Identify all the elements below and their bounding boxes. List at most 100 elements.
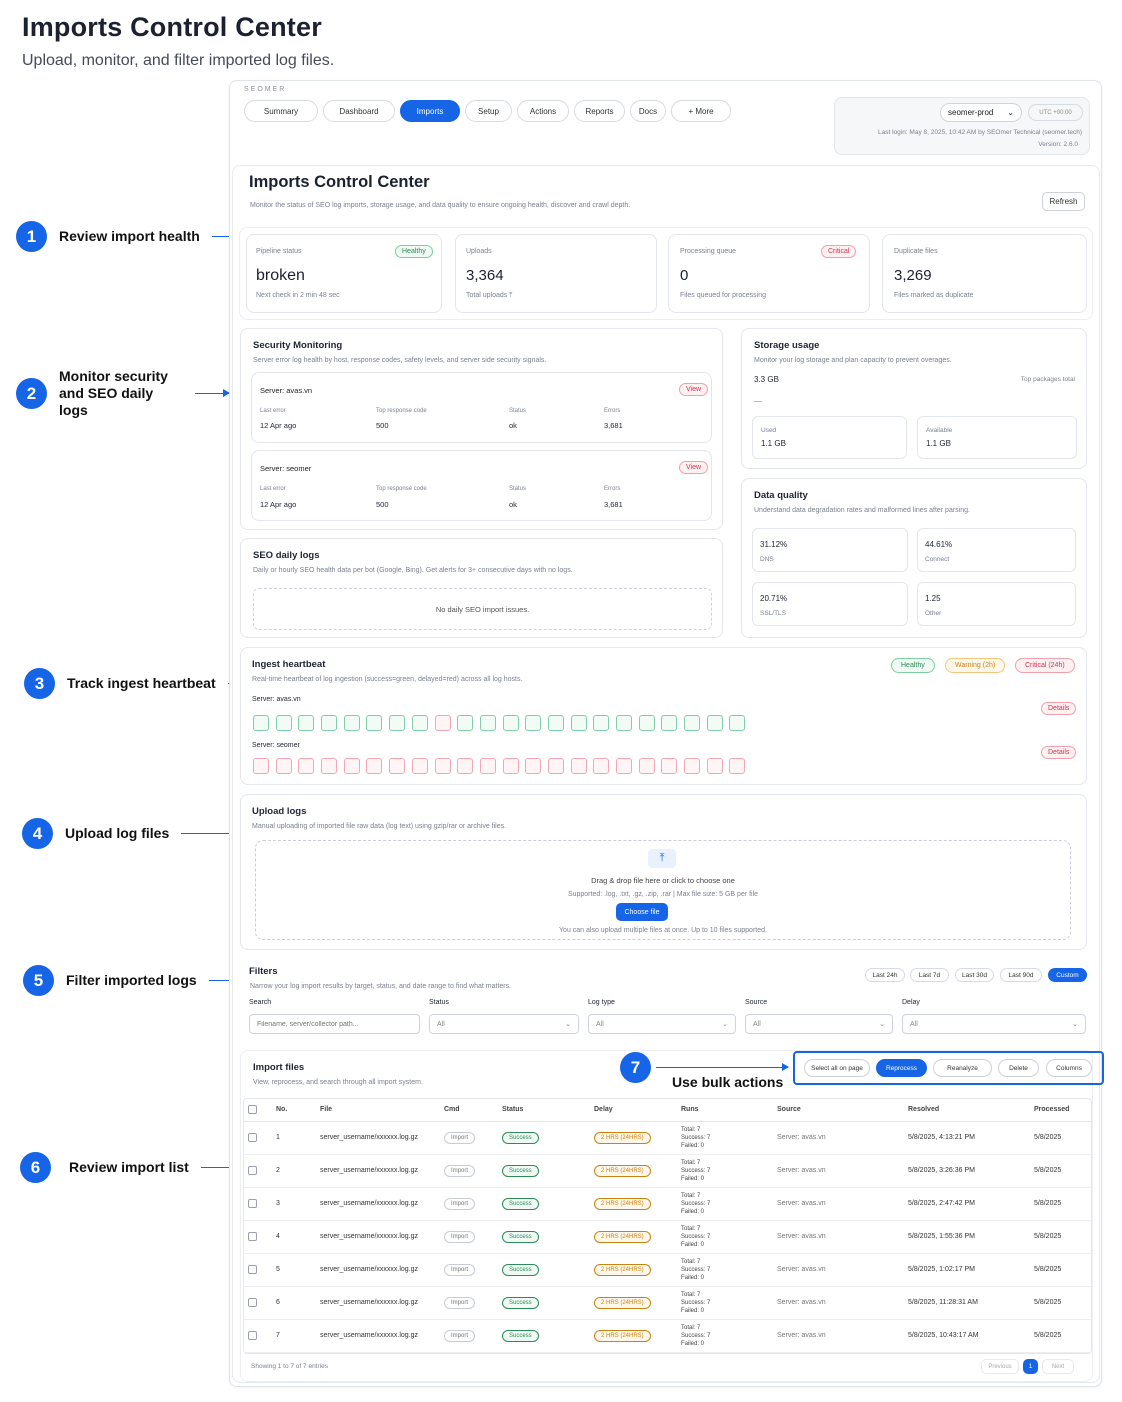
heartbeat-cell[interactable]	[570, 715, 587, 731]
tab-actions[interactable]: Actions	[517, 100, 569, 122]
heartbeat-cell[interactable]	[638, 715, 655, 731]
columns-button[interactable]: Columns	[1046, 1059, 1092, 1077]
heartbeat-cell[interactable]	[457, 758, 474, 774]
col-header[interactable]: Runs	[677, 1099, 773, 1122]
heartbeat-cell[interactable]	[502, 758, 519, 774]
tab-imports[interactable]: Imports	[400, 100, 460, 122]
heartbeat-cell[interactable]	[343, 715, 360, 731]
table-row[interactable]: 6 server_username/xxxxxx.log.gz Import S…	[244, 1286, 1091, 1320]
search-input[interactable]	[249, 1014, 420, 1034]
file-name[interactable]: server_username/xxxxxx.log.gz	[316, 1319, 440, 1353]
tab-setup[interactable]: Setup	[465, 100, 512, 122]
col-header[interactable]: No.	[272, 1099, 316, 1122]
view-button[interactable]: View	[679, 461, 709, 474]
col-header[interactable]: Processed	[1030, 1099, 1091, 1122]
heartbeat-cell[interactable]	[684, 758, 701, 774]
heartbeat-cell[interactable]	[593, 758, 610, 774]
status-select[interactable]: All ⌄	[429, 1014, 579, 1034]
heartbeat-cell[interactable]	[661, 715, 678, 731]
table-row[interactable]: 3 server_username/xxxxxx.log.gz Import S…	[244, 1187, 1091, 1221]
heartbeat-cell[interactable]	[275, 758, 292, 774]
heartbeat-cell[interactable]	[434, 758, 451, 774]
logtype-select[interactable]: All ⌄	[588, 1014, 736, 1034]
range-90d[interactable]: Last 90d	[1000, 968, 1042, 982]
table-row[interactable]: 1 server_username/xxxxxx.log.gz Import S…	[244, 1121, 1091, 1155]
details-button[interactable]: Details	[1041, 746, 1077, 759]
row-checkbox[interactable]	[248, 1133, 257, 1142]
heartbeat-cell[interactable]	[593, 715, 610, 731]
col-header[interactable]: Cmd	[440, 1099, 498, 1122]
details-button[interactable]: Details	[1041, 702, 1077, 715]
heartbeat-cell[interactable]	[275, 715, 292, 731]
select-all-checkbox[interactable]	[248, 1105, 257, 1115]
refresh-button[interactable]: Refresh	[1042, 192, 1085, 211]
heartbeat-cell[interactable]	[389, 758, 406, 774]
heartbeat-cell[interactable]	[684, 715, 701, 731]
row-checkbox[interactable]	[248, 1298, 257, 1307]
delay-select[interactable]: All ⌄	[902, 1014, 1086, 1034]
heartbeat-cell[interactable]	[298, 758, 315, 774]
col-header[interactable]: File	[316, 1099, 440, 1122]
next-page-button[interactable]: Next	[1042, 1359, 1074, 1374]
heartbeat-cell[interactable]	[321, 715, 338, 731]
dropzone[interactable]: ⤒ Drag & drop file here or click to choo…	[255, 840, 1071, 940]
heartbeat-cell[interactable]	[321, 758, 338, 774]
heartbeat-cell[interactable]	[661, 758, 678, 774]
row-checkbox[interactable]	[248, 1331, 257, 1340]
reanalyze-button[interactable]: Reanalyze	[933, 1059, 992, 1077]
heartbeat-cell[interactable]	[729, 758, 746, 774]
view-button[interactable]: View	[679, 383, 709, 396]
heartbeat-cell[interactable]	[525, 715, 542, 731]
heartbeat-cell[interactable]	[366, 758, 383, 774]
col-header[interactable]: Delay	[590, 1099, 677, 1122]
heartbeat-cell[interactable]	[616, 715, 632, 731]
range-30d[interactable]: Last 30d	[955, 968, 994, 982]
table-row[interactable]: 7 server_username/xxxxxx.log.gz Import S…	[244, 1319, 1091, 1353]
range-24h[interactable]: Last 24h	[865, 968, 905, 982]
col-header[interactable]: Status	[498, 1099, 590, 1122]
heartbeat-cell[interactable]	[389, 715, 406, 731]
tab-summary[interactable]: Summary	[244, 100, 318, 122]
file-name[interactable]: server_username/xxxxxx.log.gz	[316, 1286, 440, 1320]
heartbeat-cell[interactable]	[547, 758, 564, 774]
row-checkbox[interactable]	[248, 1232, 257, 1241]
row-checkbox[interactable]	[248, 1166, 257, 1175]
table-row[interactable]: 2 server_username/xxxxxx.log.gz Import S…	[244, 1154, 1091, 1188]
heartbeat-cell[interactable]	[616, 758, 632, 774]
heartbeat-cell[interactable]	[638, 758, 655, 774]
heartbeat-cell[interactable]	[411, 715, 428, 731]
heartbeat-cell[interactable]	[525, 758, 542, 774]
heartbeat-cell[interactable]	[298, 715, 315, 731]
heartbeat-cell[interactable]	[457, 715, 474, 731]
heartbeat-cell[interactable]	[434, 715, 451, 731]
page-1-button[interactable]: 1	[1023, 1359, 1038, 1374]
file-name[interactable]: server_username/xxxxxx.log.gz	[316, 1253, 440, 1287]
prev-page-button[interactable]: Previous	[981, 1359, 1019, 1374]
col-header[interactable]: Source	[773, 1099, 904, 1122]
heartbeat-cell[interactable]	[253, 715, 269, 731]
heartbeat-cell[interactable]	[253, 758, 269, 774]
tab-reports[interactable]: Reports	[574, 100, 625, 122]
tab-dashboard[interactable]: Dashboard	[323, 100, 395, 122]
heartbeat-cell[interactable]	[479, 758, 496, 774]
row-checkbox[interactable]	[248, 1199, 257, 1208]
heartbeat-cell[interactable]	[570, 758, 587, 774]
tab-more[interactable]: + More	[671, 100, 731, 122]
choose-file-button[interactable]: Choose file	[616, 903, 668, 921]
delete-button[interactable]: Delete	[998, 1059, 1039, 1077]
heartbeat-cell[interactable]	[729, 715, 746, 731]
table-row[interactable]: 5 server_username/xxxxxx.log.gz Import S…	[244, 1253, 1091, 1287]
heartbeat-cell[interactable]	[706, 758, 723, 774]
heartbeat-cell[interactable]	[547, 715, 564, 731]
heartbeat-cell[interactable]	[502, 715, 519, 731]
range-7d[interactable]: Last 7d	[910, 968, 949, 982]
file-name[interactable]: server_username/xxxxxx.log.gz	[316, 1154, 440, 1188]
heartbeat-cell[interactable]	[706, 715, 723, 731]
heartbeat-cell[interactable]	[479, 715, 496, 731]
file-name[interactable]: server_username/xxxxxx.log.gz	[316, 1187, 440, 1221]
source-select[interactable]: All ⌄	[745, 1014, 893, 1034]
file-name[interactable]: server_username/xxxxxx.log.gz	[316, 1121, 440, 1155]
range-custom[interactable]: Custom	[1048, 968, 1087, 982]
col-header[interactable]: Resolved	[904, 1099, 1030, 1122]
heartbeat-cell[interactable]	[411, 758, 428, 774]
